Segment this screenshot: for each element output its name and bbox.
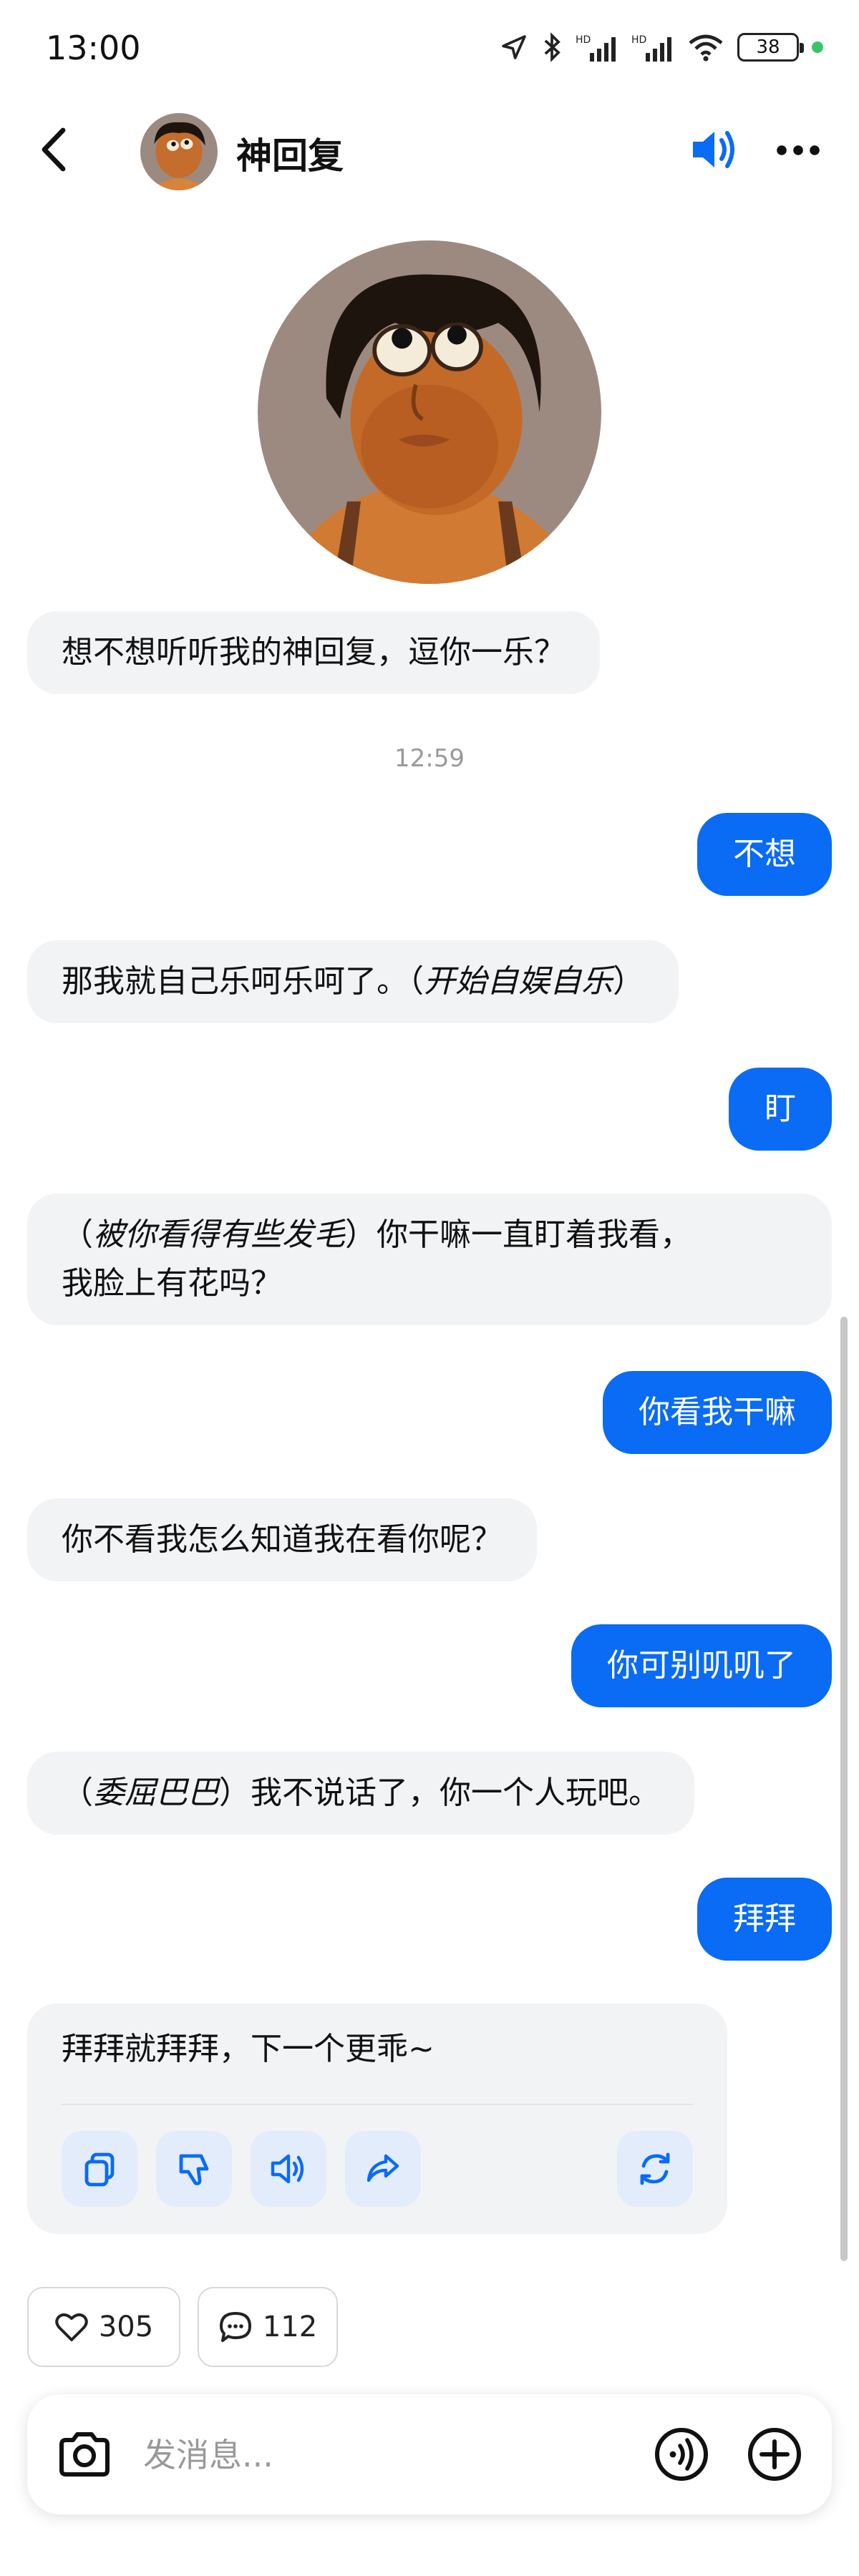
speaker-icon bbox=[271, 2154, 304, 2184]
character-avatar-image bbox=[140, 113, 218, 190]
like-button[interactable]: 305 bbox=[27, 2287, 180, 2367]
message-bubble-ai[interactable]: （被你看得有些发毛）你干嘛一直盯着我看， 我脸上有花吗？ bbox=[27, 1194, 832, 1325]
message-text: 你不看我怎么知道我在看你呢？ bbox=[62, 1521, 503, 1558]
dislike-button[interactable] bbox=[156, 2131, 232, 2207]
status-bar: 13:00 HD HD 38 bbox=[0, 0, 859, 100]
message-bubble-user[interactable]: 不想 bbox=[697, 813, 832, 896]
svg-text:HD: HD bbox=[631, 34, 646, 46]
privacy-dot bbox=[812, 42, 823, 53]
share-button[interactable] bbox=[345, 2131, 421, 2207]
status-icons: HD HD 38 bbox=[500, 31, 823, 63]
message-text: （ bbox=[62, 1775, 93, 1811]
message-action-text: 被你看得有些发毛 bbox=[93, 1216, 345, 1253]
more-dots-icon bbox=[777, 145, 820, 155]
message-text: 盯 bbox=[765, 1091, 796, 1127]
signal-icon: HD bbox=[631, 33, 674, 62]
message-text: 想不想听听我的神回复，逗你一乐？ bbox=[62, 634, 566, 670]
chat-header: 神回复 bbox=[0, 100, 859, 200]
message-bubble-ai-latest[interactable]: 拜拜就拜拜，下一个更乖~ bbox=[27, 2004, 727, 2234]
like-count: 305 bbox=[98, 2311, 154, 2343]
message-composer bbox=[27, 2394, 832, 2514]
voice-input-button[interactable] bbox=[653, 2426, 710, 2483]
message-text: 你可别叽叽了 bbox=[607, 1647, 796, 1684]
message-bubble-user[interactable]: 你看我干嘛 bbox=[603, 1371, 832, 1454]
message-bubble-user[interactable]: 盯 bbox=[729, 1068, 832, 1151]
message-action-text: 开始自娱自乐 bbox=[424, 963, 613, 1000]
divider bbox=[62, 2104, 693, 2105]
message-bubble-ai[interactable]: 那我就自己乐呵乐呵了。（开始自娱自乐） bbox=[27, 940, 679, 1023]
regenerate-icon bbox=[640, 2152, 670, 2185]
message-text: ） bbox=[613, 963, 644, 1000]
camera-button[interactable] bbox=[56, 2427, 113, 2482]
camera-icon bbox=[59, 2432, 110, 2477]
character-portrait bbox=[258, 240, 601, 584]
svg-text:HD: HD bbox=[576, 34, 591, 46]
message-text: 拜拜就拜拜，下一个更乖~ bbox=[62, 2031, 435, 2067]
message-text: 那我就自己乐呵乐呵了。（ bbox=[62, 963, 424, 1000]
page-title: 神回复 bbox=[236, 135, 344, 177]
message-bubble-ai[interactable]: 想不想听听我的神回复，逗你一乐？ bbox=[27, 611, 600, 694]
bluetooth-icon bbox=[541, 31, 563, 63]
battery-indicator: 38 bbox=[737, 33, 804, 62]
message-text: ）你干嘛一直盯着我看， bbox=[345, 1216, 691, 1253]
message-text: ）我不说话了，你一个人玩吧。 bbox=[219, 1775, 660, 1811]
message-text: 不想 bbox=[733, 836, 796, 872]
comment-icon bbox=[219, 2312, 251, 2342]
message-input[interactable] bbox=[142, 2431, 574, 2479]
read-aloud-button[interactable] bbox=[251, 2131, 326, 2207]
message-bubble-ai[interactable]: 你不看我怎么知道我在看你呢？ bbox=[27, 1498, 537, 1581]
regenerate-button[interactable] bbox=[617, 2131, 693, 2207]
more-button[interactable] bbox=[775, 129, 822, 172]
message-timestamp: 12:59 bbox=[394, 744, 465, 773]
heart-icon bbox=[55, 2313, 88, 2341]
message-text: 拜拜 bbox=[733, 1901, 796, 1937]
signal-icon: HD bbox=[576, 33, 618, 62]
wifi-icon bbox=[687, 33, 724, 62]
status-time: 13:00 bbox=[46, 29, 141, 67]
share-icon bbox=[367, 2154, 399, 2182]
message-action-text: 委屈巴巴 bbox=[93, 1775, 219, 1811]
message-text: （ bbox=[62, 1216, 93, 1253]
comment-count: 112 bbox=[262, 2311, 318, 2343]
copy-button[interactable] bbox=[62, 2131, 137, 2207]
sound-button[interactable] bbox=[687, 125, 742, 175]
message-bubble-user[interactable]: 你可别叽叽了 bbox=[571, 1624, 832, 1707]
add-button[interactable] bbox=[746, 2426, 803, 2483]
back-arrow-icon bbox=[42, 127, 66, 172]
location-icon bbox=[500, 33, 528, 62]
dislike-icon bbox=[179, 2154, 209, 2185]
back-button[interactable] bbox=[34, 125, 77, 175]
plus-icon bbox=[748, 2428, 801, 2481]
avatar[interactable] bbox=[140, 113, 218, 190]
speaker-icon bbox=[693, 131, 734, 168]
character-portrait-image bbox=[258, 240, 601, 584]
message-text: 我脸上有花吗？ bbox=[62, 1265, 282, 1302]
message-bubble-user[interactable]: 拜拜 bbox=[697, 1878, 832, 1961]
copy-icon bbox=[84, 2152, 115, 2187]
scrollbar[interactable] bbox=[840, 1317, 848, 2261]
voice-wave-icon bbox=[655, 2428, 708, 2481]
message-text: 你看我干嘛 bbox=[639, 1394, 796, 1430]
comment-button[interactable]: 112 bbox=[198, 2287, 338, 2367]
message-bubble-ai[interactable]: （委屈巴巴）我不说话了，你一个人玩吧。 bbox=[27, 1752, 694, 1835]
